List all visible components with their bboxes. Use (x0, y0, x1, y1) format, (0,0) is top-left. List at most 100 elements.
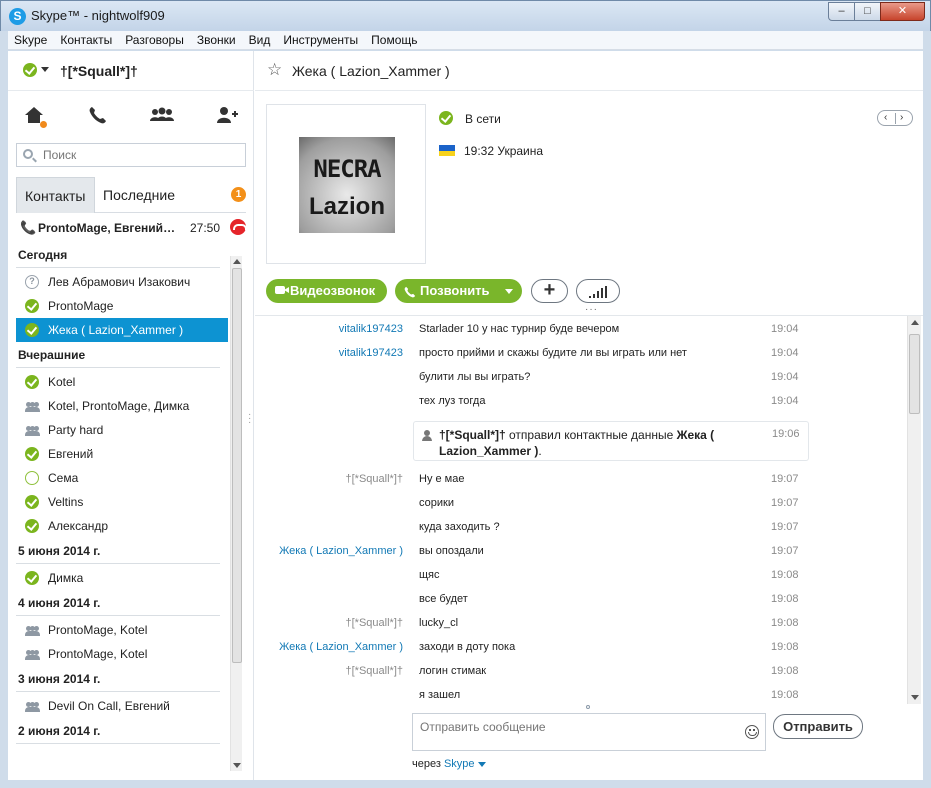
maximize-button[interactable]: □ (854, 2, 881, 21)
online-status-icon (25, 375, 39, 389)
menu-help[interactable]: Помощь (371, 33, 417, 47)
contact-name: Party hard (48, 423, 104, 437)
create-group-button[interactable] (149, 104, 175, 128)
message-sender[interactable]: †[*Squall*]† (346, 473, 404, 485)
contact-name: Сема (48, 471, 79, 485)
scroll-up-icon[interactable] (911, 320, 919, 325)
call-phones-button[interactable] (85, 104, 111, 128)
online-status-icon (439, 111, 453, 125)
contact-avatar[interactable]: NECRA Lazion (299, 137, 395, 233)
call-duration: 27:50 (190, 221, 221, 235)
scroll-down-icon[interactable] (911, 695, 919, 700)
contact-list-item[interactable]: Kotel, ProntoMage, Димка (16, 394, 228, 418)
contact-list-item[interactable]: ? Лев Абрамович Изакович (16, 270, 228, 294)
avatar-text-bottom: Lazion (309, 193, 385, 220)
add-contact-button[interactable] (214, 104, 240, 128)
video-call-label: Видеозвонок (290, 283, 376, 298)
emoticon-icon[interactable] (745, 725, 759, 739)
contact-name: Kotel (48, 375, 76, 389)
contact-name: Veltins (48, 495, 84, 509)
message-compose-box[interactable] (412, 713, 766, 751)
call-quality-button[interactable] (576, 279, 620, 303)
call-options-dropdown-icon[interactable] (505, 289, 513, 294)
panel-splitter-handle[interactable]: · · · (248, 410, 251, 428)
status-dropdown-icon[interactable] (41, 67, 49, 72)
message-sender[interactable]: †[*Squall*]† (346, 665, 404, 677)
my-name[interactable]: †[*Squall*]† (60, 63, 138, 79)
message-text: все будет (419, 593, 468, 605)
send-button[interactable]: Отправить (773, 714, 863, 739)
menu-bar: Skype Контакты Разговоры Звонки Вид Инст… (8, 31, 923, 50)
menu-calls[interactable]: Звонки (197, 33, 236, 47)
contact-list-scrollbar[interactable] (230, 256, 242, 771)
signal-bars-icon (589, 286, 609, 298)
scroll-thumb[interactable] (232, 268, 242, 663)
contact-list-item[interactable]: ProntoMage (16, 294, 228, 318)
message-sender[interactable]: vitalik197423 (339, 323, 403, 335)
video-call-button[interactable]: Видеозвонок (266, 279, 387, 303)
search-box[interactable] (16, 143, 246, 167)
contact-list-item[interactable]: Александр (16, 514, 228, 538)
via-dropdown-icon[interactable] (477, 761, 486, 767)
hang-up-icon[interactable] (230, 219, 247, 235)
home-button[interactable] (21, 104, 47, 128)
menu-view[interactable]: Вид (249, 33, 271, 47)
menu-conversations[interactable]: Разговоры (125, 33, 184, 47)
contact-list-item[interactable]: Devil On Call, Евгений (16, 694, 228, 718)
contact-list-item[interactable]: Жека ( Lazion_Xammer ) (16, 318, 228, 342)
scroll-up-icon[interactable] (233, 259, 241, 264)
message-sender[interactable]: Жека ( Lazion_Xammer ) (279, 545, 403, 557)
unknown-status-icon: ? (25, 275, 39, 289)
message-sender[interactable]: Жека ( Lazion_Xammer ) (279, 641, 403, 653)
tab-contacts[interactable]: Контакты (16, 177, 95, 213)
minimize-button[interactable]: – (828, 2, 855, 21)
chat-message: куда заходить ? 19:07 (255, 514, 905, 538)
active-call-row[interactable]: 📞 ProntoMage, Евгений, Котел 27:50 (16, 214, 247, 242)
contact-list-item[interactable]: ProntoMage, Kotel (16, 618, 228, 642)
contact-name: Devil On Call, Евгений (48, 699, 170, 713)
message-time: 19:08 (771, 569, 799, 581)
contact-list-item[interactable]: Veltins (16, 490, 228, 514)
group-chat-icon (25, 423, 40, 437)
app-body: †[*Squall*]† Контакты Последние 1 (8, 51, 923, 780)
search-input[interactable] (43, 147, 238, 163)
contact-list-item[interactable]: Евгений (16, 442, 228, 466)
profile-pager: ‹ › (877, 110, 913, 126)
contact-name: Александр (48, 519, 109, 533)
group-header: 2 июня 2014 г. (16, 718, 228, 746)
message-sender[interactable]: vitalik197423 (339, 347, 403, 359)
scroll-down-icon[interactable] (233, 763, 241, 768)
contact-list-item[interactable]: Сема (16, 466, 228, 490)
message-sender[interactable]: †[*Squall*]† (346, 617, 404, 629)
contact-list-item[interactable]: ProntoMage, Kotel (16, 642, 228, 666)
chat-scrollbar[interactable] (907, 316, 921, 704)
via-skype-link[interactable]: Skype (444, 758, 475, 770)
tab-recent[interactable]: Последние (95, 177, 183, 213)
message-input[interactable] (420, 720, 730, 744)
resize-handle[interactable]: ··· (585, 304, 598, 315)
menu-tools[interactable]: Инструменты (283, 33, 358, 47)
contact-list-item[interactable]: Димка (16, 566, 228, 590)
my-profile-row[interactable]: †[*Squall*]† (8, 51, 254, 91)
message-time: 19:06 (772, 428, 800, 440)
chat-message: Жека ( Lazion_Xammer ) заходи в доту пока… (255, 634, 905, 658)
prev-arrow-icon[interactable]: ‹ (884, 112, 887, 124)
compose-resize-icon[interactable] (586, 705, 590, 709)
message-time: 19:07 (771, 545, 799, 557)
online-status-icon[interactable] (23, 63, 37, 77)
message-time: 19:08 (771, 665, 799, 677)
window-title: Skype™ - nightwolf909 (31, 8, 165, 23)
call-button[interactable]: Позвонить (395, 279, 522, 303)
message-time: 19:08 (771, 641, 799, 653)
chat-message: †[*Squall*]† логин стимак 19:08 (255, 658, 905, 682)
next-arrow-icon[interactable]: › (900, 112, 903, 124)
online-status-icon (25, 571, 39, 585)
add-button[interactable]: + (531, 279, 568, 303)
close-button[interactable]: ✕ (880, 2, 925, 21)
menu-contacts[interactable]: Контакты (60, 33, 112, 47)
contact-list-item[interactable]: Party hard (16, 418, 228, 442)
menu-skype[interactable]: Skype (14, 33, 47, 47)
scroll-thumb[interactable] (909, 334, 920, 414)
contact-list-item[interactable]: Kotel (16, 370, 228, 394)
favorite-star-icon[interactable]: ☆ (267, 60, 282, 80)
